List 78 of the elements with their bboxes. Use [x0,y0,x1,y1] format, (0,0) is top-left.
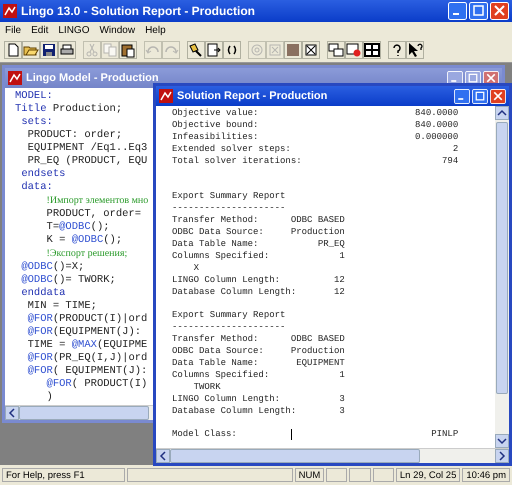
code-line: @FOR( EQUIPMENT(J): [26,365,148,378]
window-title: Solution Report - Production [177,90,328,102]
code-line: K = @ODBC(); [46,234,122,247]
menu-item[interactable]: File [4,24,22,36]
status-message: For Help, press F1 [2,468,126,482]
code-line: PRODUCT: order; [26,129,122,142]
report-label: LINGO Column Length: [172,393,282,405]
report-label: Database Column Length: [172,286,298,298]
status-indicator: Ln 29, Col 25 [396,468,460,482]
code-line: @FOR(PRODUCT(I)|ord [26,313,148,326]
menu-item[interactable]: LINGO [57,24,90,36]
report-label: Model Class: [172,428,238,440]
report-label: ODBC Data Source: [172,345,265,357]
report-label: Transfer Method: [172,214,260,226]
code-line: @FOR(PR_EQ(I,J)|ord [26,352,148,365]
report-value: ODBC BASED [290,214,345,226]
report-value: 12 [334,286,345,298]
report-value: Production [290,226,345,238]
report-label: LINGO Column Length: [172,274,282,286]
code-line: enddata [20,287,66,300]
report-label: Data Table Name: [172,238,260,250]
menu-item[interactable]: Window [98,24,136,36]
report-value: 12 [334,274,345,286]
code-line: @ODBC()=X; [20,261,84,274]
code-line: T=@ODBC(); [46,221,110,234]
code-line: data: [20,181,53,194]
menu-item[interactable]: Edit [30,24,50,36]
code-line: EQUIPMENT /Eq1..Eq3 [26,142,148,155]
code-line: @FOR(EQUIPMENT(J): [26,326,142,339]
report-label: Infeasibilities: [172,131,260,143]
window-title: Lingo 13.0 - Solution Report - Production [21,4,256,18]
code-line: @ODBC()= TWORK; [20,274,116,287]
report-value: 2 [452,143,458,155]
report-value: PINLP [431,428,458,440]
report-value: 840.0000 [415,107,458,119]
code-line: ) [46,391,53,404]
report-value: ODBC BASED [290,333,345,345]
status-indicator: 10:46 pm [462,468,510,482]
report-label: Export Summary Report [172,190,286,202]
report-label: X [192,262,200,274]
report-label: Columns Specified: [172,250,270,262]
report-label: ODBC Data Source: [172,226,265,238]
report-value: 1 [339,369,345,381]
report-value: PR_EQ [318,238,345,250]
report-label: Database Column Length: [172,405,298,417]
report-value: 794 [442,155,458,167]
report-label: Objective value: [172,107,260,119]
report-value: 840.0000 [415,119,458,131]
code-line: Title Production; [15,103,122,116]
report-label: --------------------- [172,202,286,214]
report-label: Data Table Name: [172,357,260,369]
report-label: Columns Specified: [172,369,270,381]
code-line: MODEL: [15,90,53,103]
report-value: 0.000000 [415,131,458,143]
code-line: endsets [20,168,66,181]
report-label: Transfer Method: [172,333,260,345]
report-label: Objective bound: [172,119,260,131]
report-value: 3 [339,393,345,405]
report-value: EQUIPMENT [296,357,345,369]
report-label: TWORK [192,381,222,393]
window-title: Lingo Model - Production [26,72,160,84]
report-label: Export Summary Report [172,309,286,321]
code-line: !Экспорт решения; [46,247,128,261]
report-label: --------------------- [172,321,286,333]
menu-item[interactable]: Help [144,24,167,36]
report-value: Production [290,345,345,357]
code-line: @FOR( PRODUCT(I) [46,378,148,391]
code-line: !Импорт элементов мно [46,194,148,208]
code-line: TIME = @MAX(EQUIPME [26,339,148,352]
report-value: 1 [339,250,345,262]
report-value: 3 [339,405,345,417]
report-label: Total solver iterations: [172,155,303,167]
code-line: sets: [20,116,53,129]
report-label: Extended solver steps: [172,143,292,155]
code-line: MIN = TIME; [26,300,97,313]
code-line: PR_EQ (PRODUCT, EQU [26,155,148,168]
code-line: PRODUCT, order= [46,208,142,221]
status-indicator: NUM [294,468,324,482]
